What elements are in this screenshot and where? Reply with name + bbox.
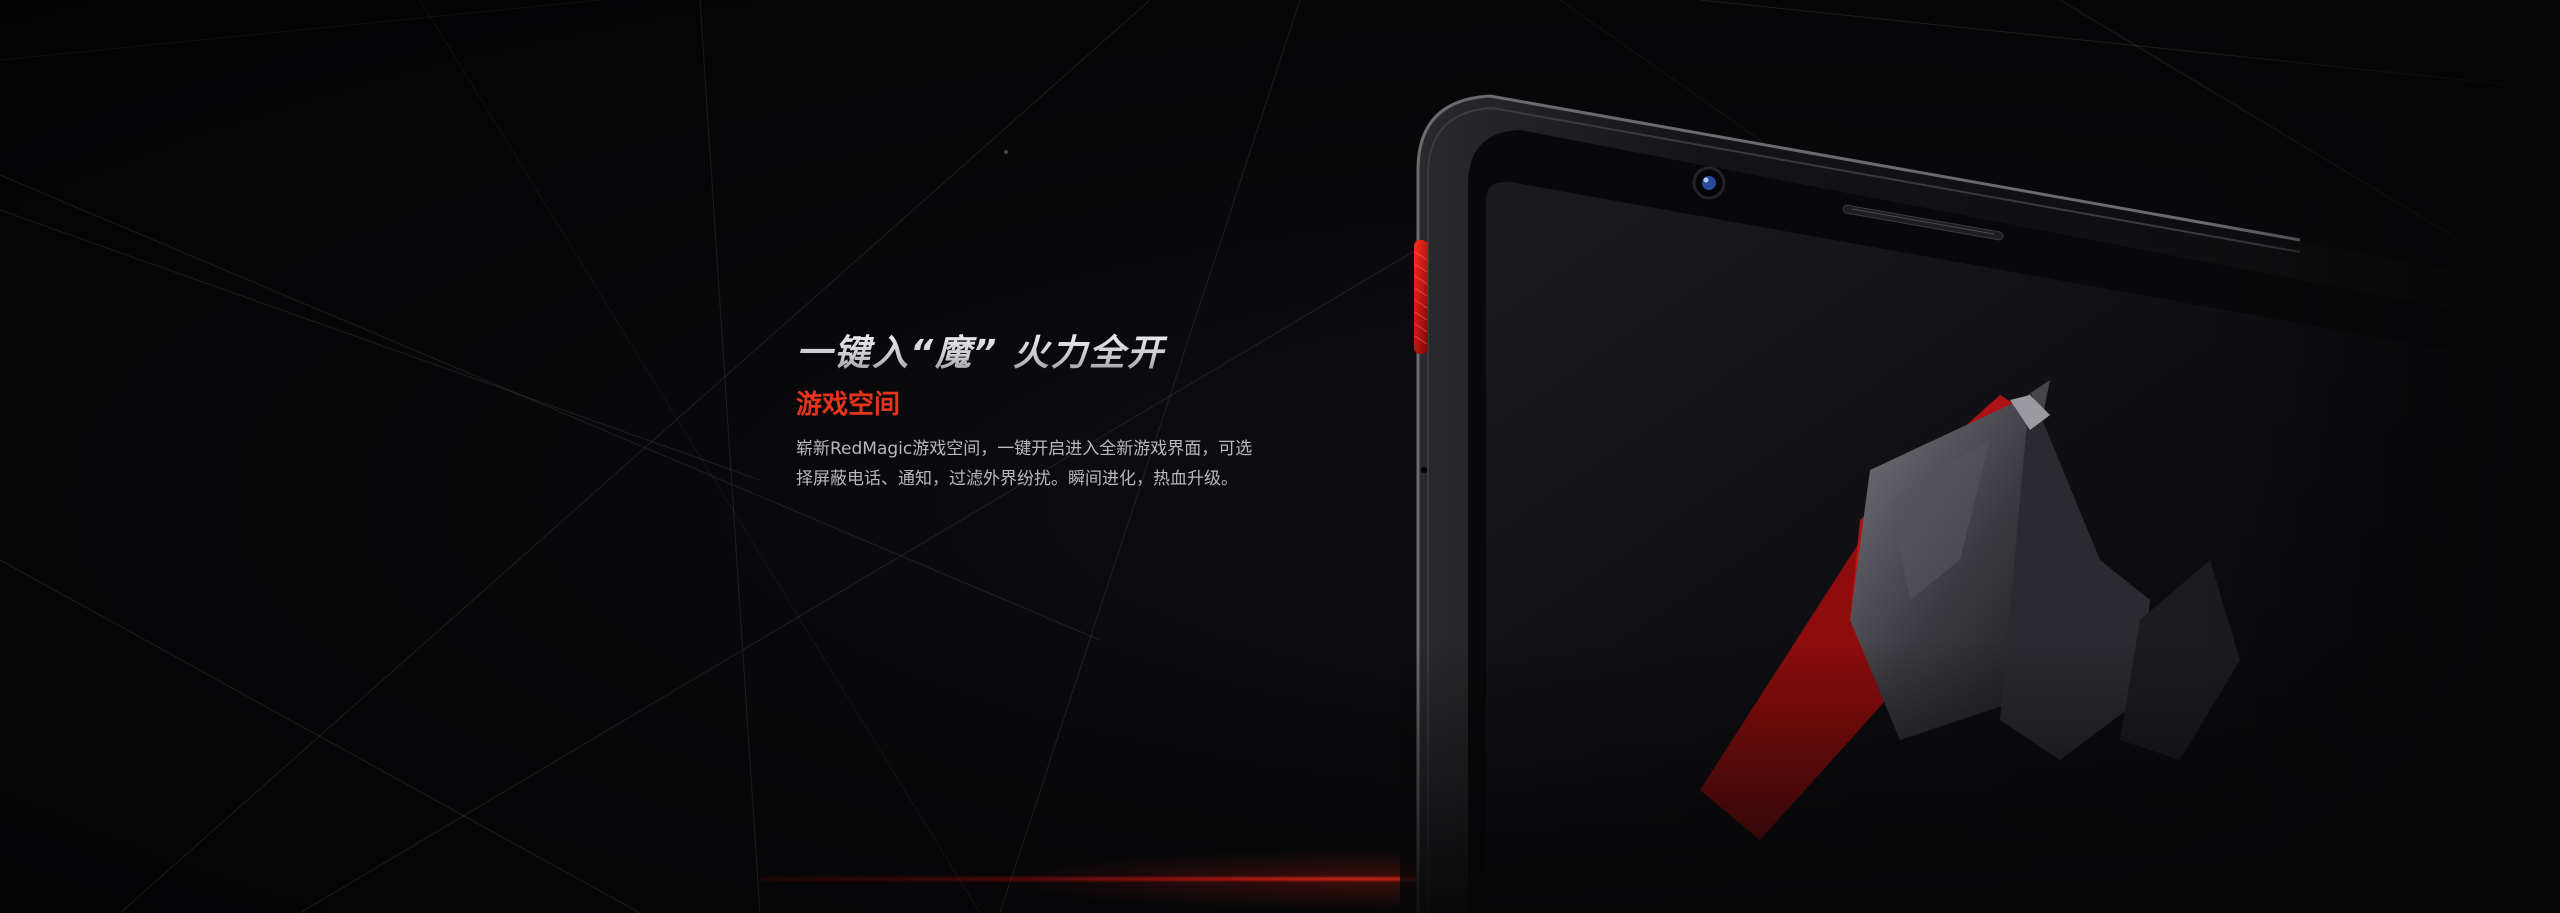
game-space-banner: 一键入“魔” 火力全开 游戏空间 崭新RedMagic游戏空间，一键开启进入全新…: [0, 0, 2560, 913]
redmagic-phone-image: [1400, 0, 2560, 913]
description: 崭新RedMagic游戏空间，一键开启进入全新游戏界面，可选择屏蔽电话、通知，过…: [796, 439, 1253, 489]
feature-text-block: 一键入“魔” 火力全开 游戏空间 崭新RedMagic游戏空间，一键开启进入全新…: [796, 330, 1276, 494]
headline: 一键入“魔” 火力全开: [796, 330, 1276, 378]
subtitle: 游戏空间: [796, 390, 901, 420]
